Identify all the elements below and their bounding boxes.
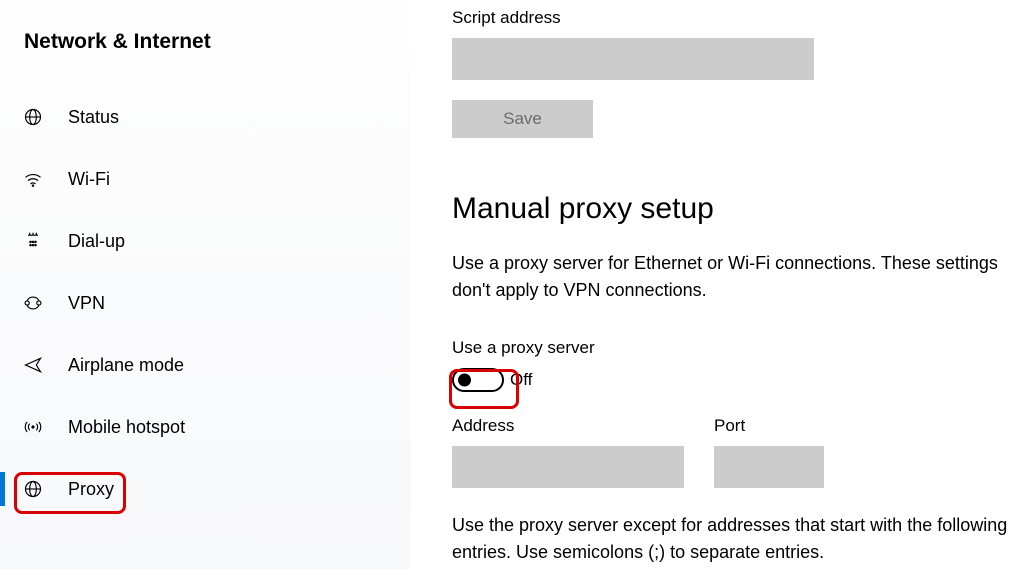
- vpn-icon: [22, 292, 44, 314]
- script-address-input[interactable]: [452, 38, 814, 80]
- hotspot-icon: [22, 416, 44, 438]
- dialup-icon: [22, 230, 44, 252]
- script-address-label: Script address: [452, 8, 1018, 28]
- sidebar-item-label: Mobile hotspot: [68, 417, 185, 438]
- sidebar-item-airplane[interactable]: Airplane mode: [22, 350, 410, 380]
- sidebar: Network & Internet Status Wi-Fi Dial-up: [0, 0, 410, 569]
- globe-icon: [22, 106, 44, 128]
- globe-icon: [22, 478, 44, 500]
- use-proxy-state: Off: [510, 370, 532, 390]
- use-proxy-label: Use a proxy server: [452, 338, 1018, 358]
- sidebar-item-label: Proxy: [68, 479, 114, 500]
- airplane-icon: [22, 354, 44, 376]
- sidebar-item-wifi[interactable]: Wi-Fi: [22, 164, 410, 194]
- sidebar-item-label: Wi-Fi: [68, 169, 110, 190]
- sidebar-item-vpn[interactable]: VPN: [22, 288, 410, 318]
- use-proxy-toggle[interactable]: [452, 368, 504, 392]
- sidebar-item-hotspot[interactable]: Mobile hotspot: [22, 412, 410, 442]
- manual-proxy-desc: Use a proxy server for Ethernet or Wi-Fi…: [452, 250, 1002, 304]
- wifi-icon: [22, 168, 44, 190]
- sidebar-item-label: Status: [68, 107, 119, 128]
- sidebar-item-proxy[interactable]: Proxy: [22, 474, 410, 504]
- sidebar-item-status[interactable]: Status: [22, 102, 410, 132]
- exceptions-desc: Use the proxy server except for addresse…: [452, 512, 1018, 566]
- sidebar-item-label: Dial-up: [68, 231, 125, 252]
- address-input[interactable]: [452, 446, 684, 488]
- sidebar-item-dialup[interactable]: Dial-up: [22, 226, 410, 256]
- sidebar-nav: Status Wi-Fi Dial-up VPN: [22, 102, 410, 504]
- sidebar-item-label: Airplane mode: [68, 355, 184, 376]
- manual-proxy-heading: Manual proxy setup: [452, 192, 1018, 226]
- sidebar-item-label: VPN: [68, 293, 105, 314]
- content-area: Script address Save Manual proxy setup U…: [410, 0, 1024, 569]
- port-input[interactable]: [714, 446, 824, 488]
- port-label: Port: [714, 416, 824, 436]
- save-button[interactable]: Save: [452, 100, 593, 138]
- address-label: Address: [452, 416, 684, 436]
- sidebar-title: Network & Internet: [24, 30, 410, 54]
